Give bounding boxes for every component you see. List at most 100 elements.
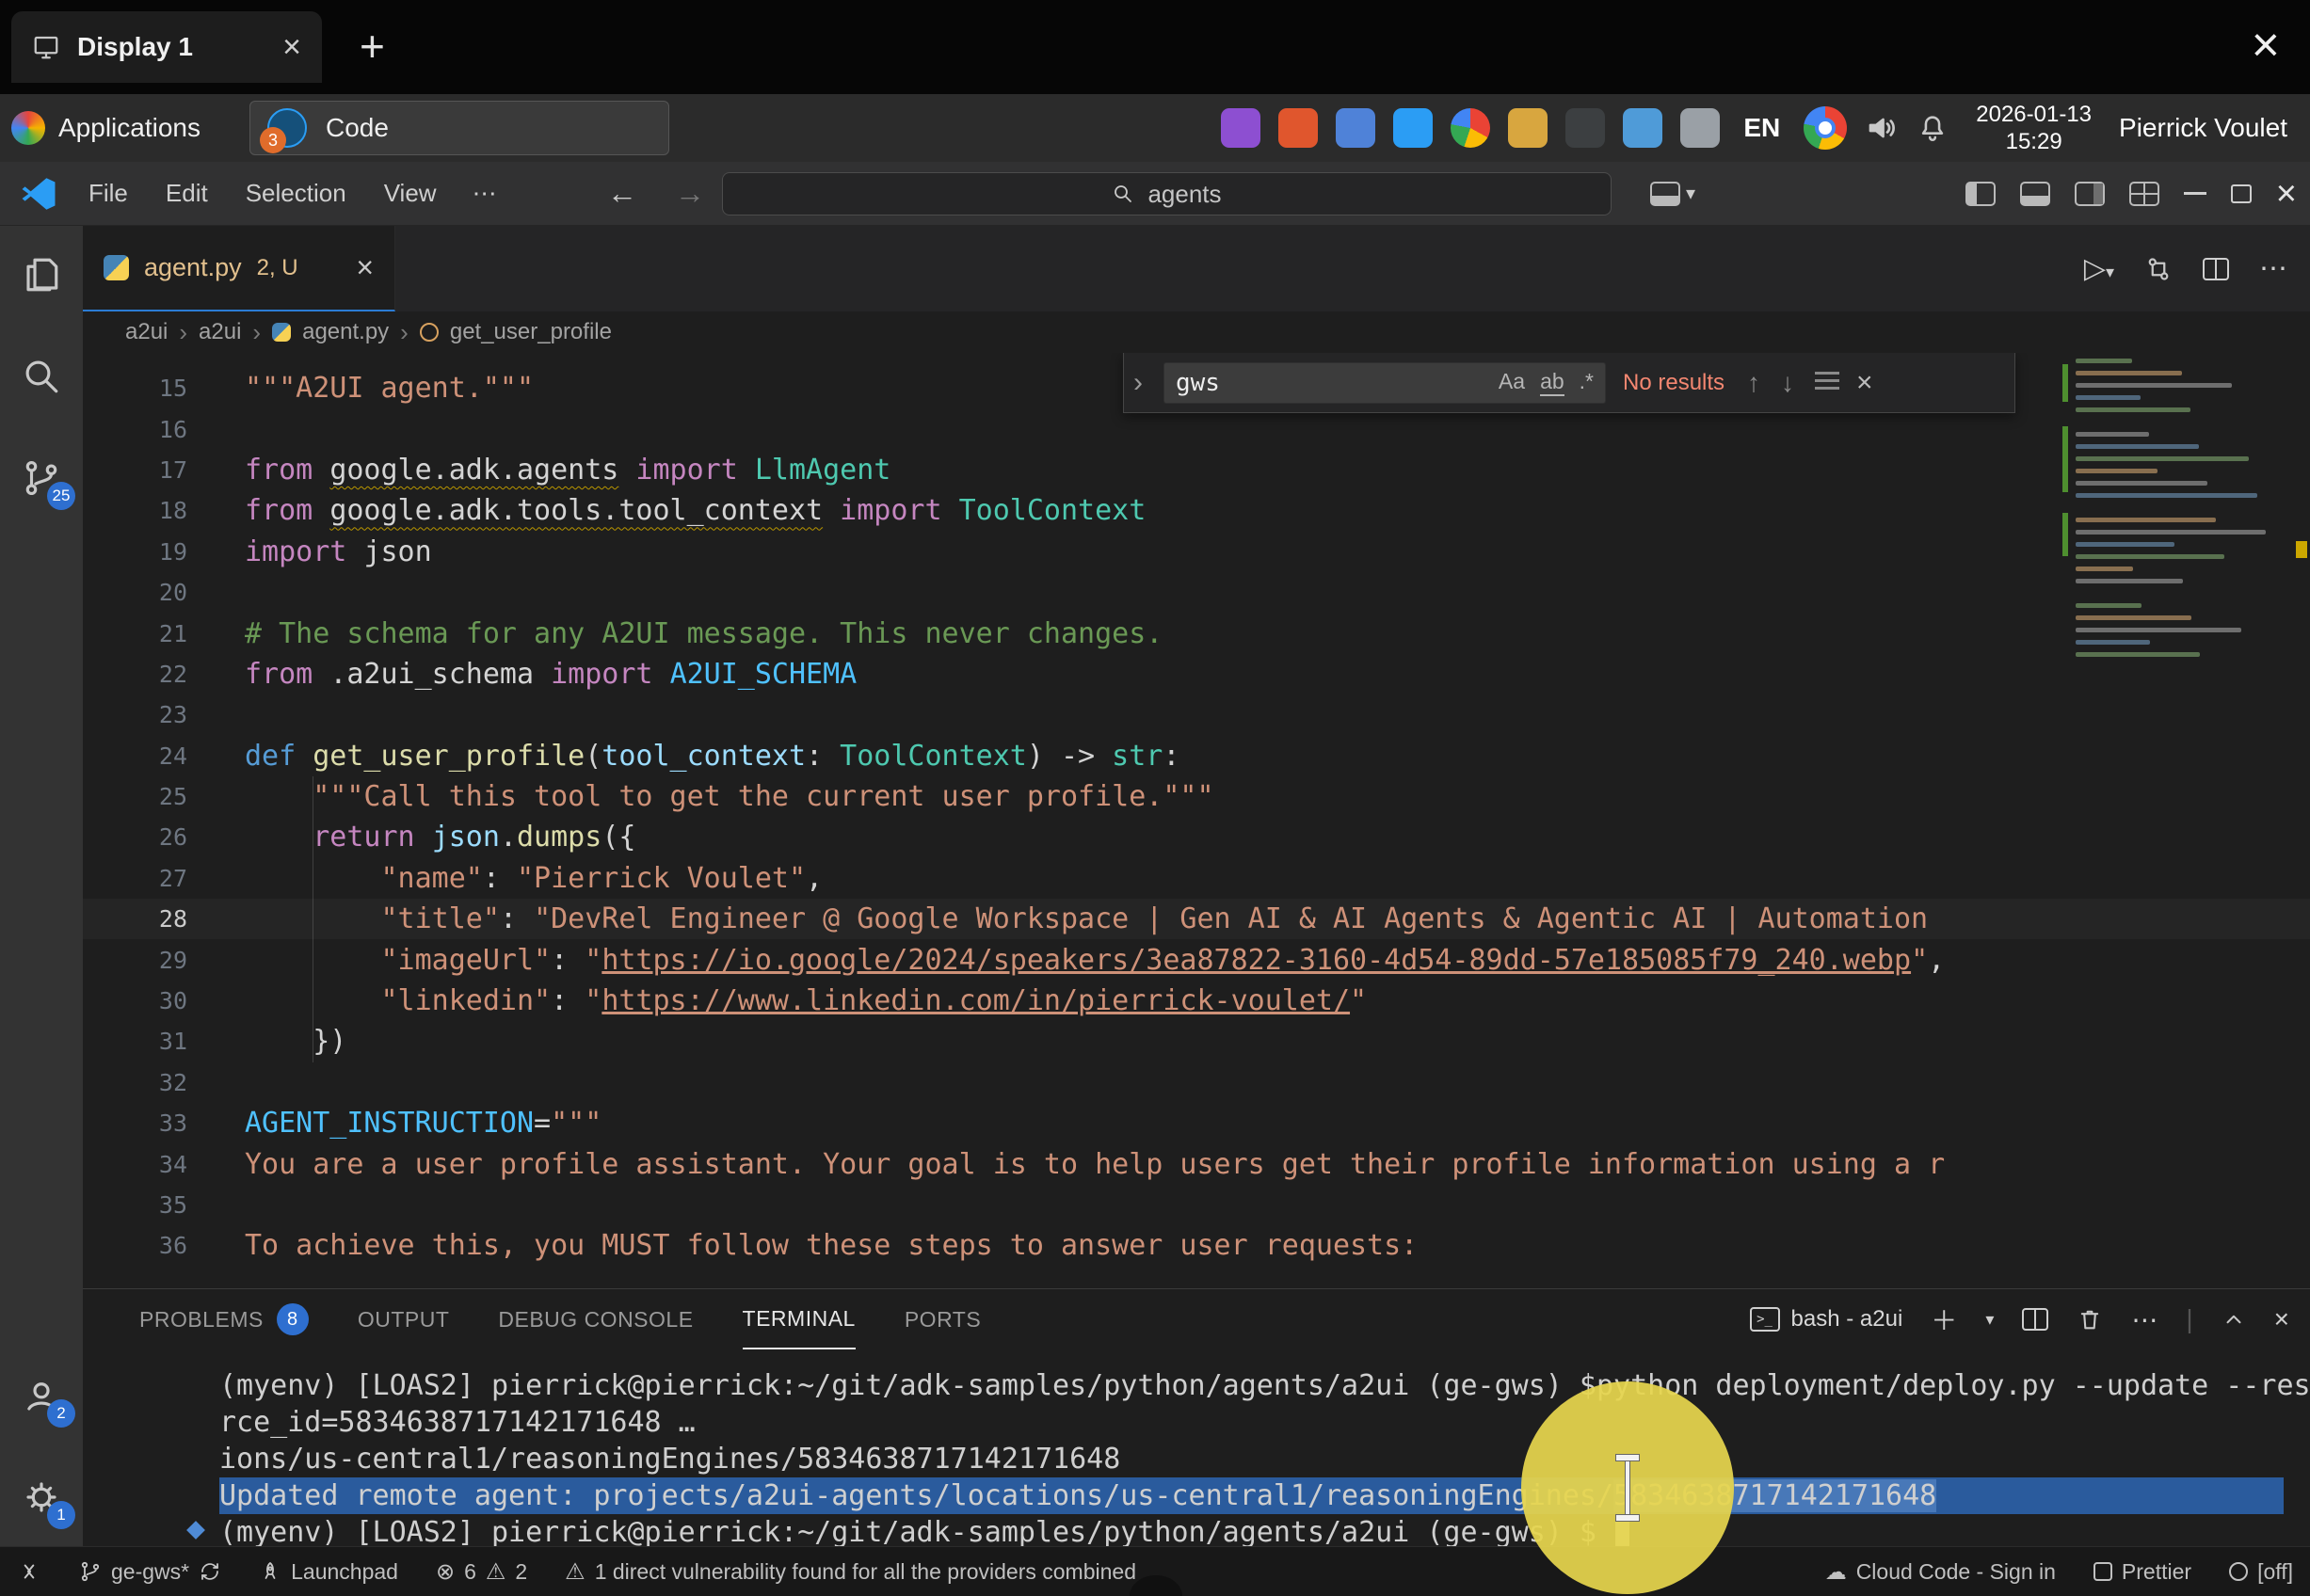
clock[interactable]: 2026-01-13 15:29 [1976,101,2092,155]
taskbar-window-button[interactable]: 3 Code [249,101,669,155]
customize-layout-icon[interactable] [2129,182,2159,206]
breadcrumb-a2ui-2[interactable]: a2ui [199,319,241,345]
breadcrumb-a2ui[interactable]: a2ui [125,319,168,345]
code-line[interactable]: 27 "name": "Pierrick Voulet", [83,858,2310,899]
git-branch-status[interactable]: ge-gws* [79,1559,221,1585]
code-editor[interactable]: 15"""A2UI agent."""1617from google.adk.a… [83,353,2310,1288]
volume-icon[interactable] [1865,111,1899,145]
terminal-line[interactable]: Updated remote agent: projects/a2ui-agen… [219,1477,2284,1514]
forward-arrow-icon[interactable]: → [675,176,705,211]
problems-status[interactable]: ⊗ 6 ⚠ 2 [436,1558,527,1586]
accounts-icon[interactable]: 2 [11,1365,72,1426]
next-match-icon[interactable]: ↓ [1781,368,1794,398]
run-dropdown-icon[interactable]: ▾ [2106,263,2114,281]
toggle-secondary-sidebar-icon[interactable] [2075,182,2105,206]
display-app-icon[interactable] [1623,108,1662,148]
code-line[interactable]: 31 }) [83,1021,2310,1061]
vscode-icon[interactable] [1393,108,1433,148]
split-terminal-icon[interactable] [2022,1308,2048,1331]
close-tab-icon[interactable]: × [356,250,374,285]
tab-agent-py[interactable]: agent.py 2, U × [83,226,395,311]
whole-word-toggle[interactable]: ab [1540,369,1564,396]
menu-file[interactable]: File [88,179,128,208]
code-line[interactable]: 33AGENT_INSTRUCTION=""" [83,1103,2310,1143]
terminal-session-label[interactable]: bash - a2ui [1791,1306,1903,1333]
terminal-line[interactable]: ions/us-central1/reasoningEngines/583463… [219,1441,2284,1477]
code-line[interactable]: 24def get_user_profile(tool_context: Too… [83,736,2310,776]
keyboard-layout[interactable]: EN [1743,113,1780,143]
code-line[interactable]: 18from google.adk.tools.tool_context imp… [83,490,2310,531]
tab-ports[interactable]: PORTS [905,1289,981,1349]
regex-toggle[interactable]: .* [1580,369,1594,396]
new-tab-button[interactable]: + [360,21,385,72]
chrome-tray-icon[interactable] [1804,106,1847,150]
orange-app-icon[interactable] [1278,108,1318,148]
menu-selection[interactable]: Selection [246,179,346,208]
code-line[interactable]: 17from google.adk.agents import LlmAgent [83,450,2310,490]
cloud-code-status[interactable]: ☁ Cloud Code - Sign in [1825,1559,2056,1585]
terminal-line[interactable]: rce_id=5834638717142171648 … [219,1404,2284,1441]
panel-more-icon[interactable]: ⋯ [2131,1304,2158,1335]
files-icon[interactable] [1508,108,1548,148]
code-line[interactable]: 28 "title": "DevRel Engineer @ Google Wo… [83,899,2310,939]
source-control-icon[interactable]: 25 [11,448,72,508]
terminal-app-icon[interactable] [1565,108,1605,148]
match-case-toggle[interactable]: Aa [1499,369,1525,396]
notifications-bell-icon[interactable] [1917,112,1949,144]
find-input[interactable]: gws Aa ab .* [1163,362,1606,404]
code-line[interactable]: 32 [83,1062,2310,1103]
restore-icon[interactable] [2231,184,2252,203]
command-center-search[interactable]: agents [722,172,1612,215]
applications-menu[interactable]: Applications [11,111,201,145]
breadcrumb-file[interactable]: agent.py [302,319,389,345]
minimize-icon[interactable] [2184,192,2206,195]
command-decoration-icon[interactable] [186,1521,205,1540]
kill-terminal-icon[interactable] [2077,1306,2103,1333]
chrome-icon[interactable] [1451,108,1490,148]
prettier-status[interactable]: Prettier [2093,1559,2191,1585]
close-panel-icon[interactable]: × [2274,1304,2289,1334]
code-line[interactable]: 16 [83,408,2310,449]
close-tab-icon[interactable]: × [282,29,301,66]
terminal-lines[interactable]: (myenv) [LOAS2] pierrick@pierrick:~/git/… [219,1367,2284,1551]
tab-terminal[interactable]: TERMINAL [743,1289,856,1349]
open-changes-icon[interactable] [2144,255,2173,283]
menu-view[interactable]: View [384,179,437,208]
vulnerability-status[interactable]: ⚠ 1 direct vulnerability found for all t… [565,1558,1136,1586]
terminal-line[interactable]: (myenv) [LOAS2] pierrick@pierrick:~/git/… [219,1367,2284,1404]
code-line[interactable]: 23 [83,694,2310,735]
maximize-panel-icon[interactable] [2222,1307,2246,1332]
user-name[interactable]: Pierrick Voulet [2119,113,2287,143]
close-find-icon[interactable]: × [1856,367,1873,399]
code-line[interactable]: 30 "linkedin": "https://www.linkedin.com… [83,981,2310,1021]
layout-control[interactable]: ▾ [1650,182,1695,206]
split-editor-icon[interactable] [2203,258,2229,280]
code-line[interactable]: 29 "imageUrl": "https://io.google/2024/s… [83,939,2310,980]
tab-problems[interactable]: PROBLEMS 8 [139,1289,309,1349]
new-terminal-icon[interactable]: ＋ [1931,1301,1957,1338]
menu-edit[interactable]: Edit [166,179,208,208]
code-line[interactable]: 19import json [83,532,2310,572]
explorer-icon[interactable] [11,245,72,305]
bluedoc-app-icon[interactable] [1336,108,1375,148]
run-python-button[interactable]: ▷▾ [2084,252,2114,285]
tag-app-icon[interactable] [1680,108,1720,148]
search-sidebar-icon[interactable] [11,346,72,407]
code-line[interactable]: 25 """Call this tool to get the current … [83,776,2310,817]
minimap[interactable] [2062,353,2288,669]
find-in-selection-icon[interactable] [1815,372,1839,391]
back-arrow-icon[interactable]: ← [607,176,637,211]
launchpad-status[interactable]: Launchpad [259,1559,398,1585]
breadcrumb-symbol[interactable]: get_user_profile [450,319,612,345]
close-window-icon[interactable]: × [2252,17,2280,73]
code-line[interactable]: 21# The schema for any A2UI message. Thi… [83,613,2310,653]
more-actions-icon[interactable]: ⋯ [2259,252,2287,285]
code-line[interactable]: 20 [83,572,2310,613]
code-line[interactable]: 34You are a user profile assistant. Your… [83,1143,2310,1184]
display-tab[interactable]: Display 1 × [11,11,322,83]
copilot-status[interactable]: [off] [2229,1559,2293,1585]
previous-match-icon[interactable]: ↑ [1747,368,1760,398]
close-icon[interactable]: × [2276,176,2297,212]
toggle-panel-icon[interactable] [2020,182,2050,206]
remote-indicator[interactable] [17,1559,41,1584]
